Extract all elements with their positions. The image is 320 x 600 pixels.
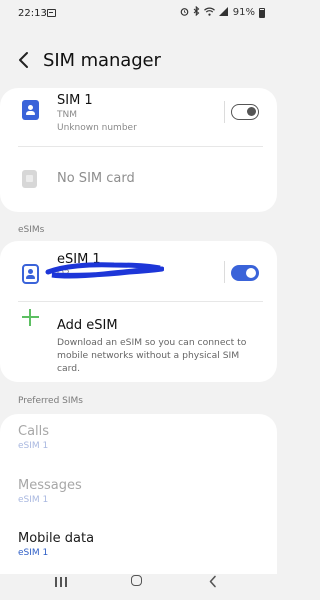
sim1-carrier: TNM [57,110,77,120]
status-time: 22:13 [18,8,47,19]
preferred-mobile-data[interactable]: Mobile data eSIM 1 [18,531,94,558]
preferred-calls[interactable]: Calls eSIM 1 [18,424,49,451]
no-sim-label: No SIM card [57,171,135,186]
toggle-divider [224,101,225,123]
back-icon [209,575,216,588]
recents-icon [55,577,67,587]
sim1-title: SIM 1 [57,93,93,108]
redaction-scribble [45,262,164,279]
toggle-divider [224,261,225,283]
messages-value: eSIM 1 [18,495,49,505]
signal-icon [218,6,228,19]
back-button[interactable] [14,48,36,72]
alarm-icon [180,7,189,19]
wifi-icon [203,7,215,19]
esim-icon [22,264,39,284]
app-header: SIM manager [0,40,277,80]
add-esim-title: Add eSIM [57,318,118,333]
sim-card-icon [22,100,39,120]
recents-button[interactable] [40,574,80,600]
messages-title: Messages [18,478,82,493]
home-button[interactable] [118,574,158,600]
mobile-data-title: Mobile data [18,531,95,546]
empty-sim-icon [22,170,37,188]
preferred-sims-section-label: Preferred SIMs [18,396,83,406]
sim1-toggle[interactable] [231,104,259,120]
plus-icon [22,309,39,326]
esims-section-label: eSIMs [18,225,45,235]
esim1-toggle[interactable] [231,265,259,281]
preferred-messages[interactable]: Messages eSIM 1 [18,478,82,505]
chevron-left-icon [19,52,28,68]
no-sim-row: No SIM card [0,146,277,212]
status-icons: 91% [180,5,265,19]
calls-value: eSIM 1 [18,441,49,451]
navigation-bar [0,574,277,600]
sim1-number: Unknown number [57,123,137,133]
battery-percent: 91% [232,7,255,18]
status-bar: 22:13 91% [0,0,277,28]
add-esim-description: Download an eSIM so you can connect to m… [57,337,247,374]
sim1-row[interactable]: SIM 1 TNM Unknown number [0,88,277,146]
sim-card-list: SIM 1 TNM Unknown number No SIM card [0,88,277,212]
page-title: SIM manager [43,50,161,71]
bluetooth-icon [193,5,200,19]
battery-icon [259,7,265,18]
message-icon [47,9,56,17]
mobile-data-value: eSIM 1 [18,548,49,558]
nav-back-button[interactable] [196,574,236,600]
home-icon [131,575,142,586]
calls-title: Calls [18,424,50,439]
